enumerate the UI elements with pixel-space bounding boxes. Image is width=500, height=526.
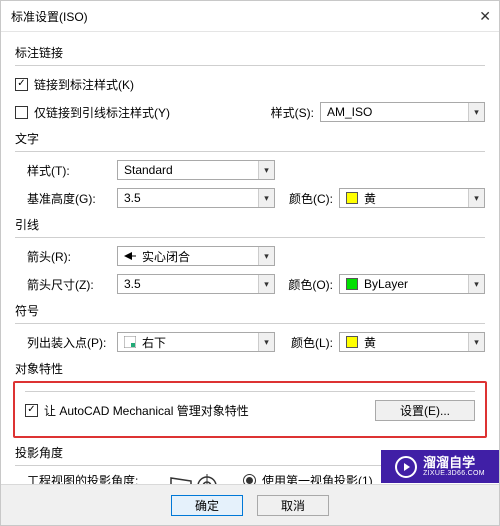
dialog-footer: 确定 取消 <box>1 484 499 525</box>
section-label-leader: 引线 <box>15 216 485 233</box>
cancel-button[interactable]: 取消 <box>257 495 329 516</box>
chevron-down-icon: ▾ <box>258 333 274 351</box>
row-text-style: 样式(T): Standard ▾ <box>15 158 485 182</box>
color-swatch <box>346 278 358 290</box>
checkbox-manage-object[interactable]: ✓ <box>25 404 38 417</box>
titlebar: 标准设置(ISO) ✕ <box>1 1 499 32</box>
separator <box>15 237 485 238</box>
row-insert-point: 列出装入点(P): 右下 ▾ 颜色(L): 黄 ▾ <box>15 330 485 354</box>
window-title: 标准设置(ISO) <box>11 8 88 25</box>
label-style-s: 样式(S): <box>234 104 320 121</box>
chevron-down-icon: ▾ <box>468 333 484 351</box>
label-base-height: 基准高度(G): <box>15 190 117 207</box>
section-label-object: 对象特性 <box>15 360 485 377</box>
row-link-style: ✓ 链接到标注样式(K) <box>15 72 485 96</box>
dropdown-color-o[interactable]: ByLayer ▾ <box>339 274 485 294</box>
dropdown-arrow[interactable]: 实心闭合 ▾ <box>117 246 275 266</box>
label-link-leader: 仅链接到引线标注样式(Y) <box>34 104 234 121</box>
row-arrow-size: 箭头尺寸(Z): 3.5 ▾ 颜色(O): ByLayer ▾ <box>15 272 485 296</box>
label-arrow: 箭头(R): <box>15 248 117 265</box>
dropdown-arrow-value: 实心闭合 <box>142 248 190 265</box>
separator <box>15 151 485 152</box>
chevron-down-icon: ▾ <box>468 103 484 121</box>
label-color-o: 颜色(O): <box>275 276 339 293</box>
branding-overlay: 溜溜自学 ZIXUE.3D66.COM <box>381 450 499 483</box>
separator <box>15 65 485 66</box>
separator <box>25 391 475 392</box>
row-manage-object: ✓ 让 AutoCAD Mechanical 管理对象特性 设置(E)... <box>25 398 475 422</box>
checkbox-link-style[interactable]: ✓ <box>15 78 28 91</box>
chevron-down-icon: ▾ <box>468 189 484 207</box>
row-base-height: 基准高度(G): 3.5 ▾ 颜色(C): 黄 ▾ <box>15 186 485 210</box>
dropdown-base-height[interactable]: 3.5 ▾ <box>117 188 275 208</box>
chevron-down-icon: ▾ <box>468 275 484 293</box>
arrow-solid-icon <box>124 250 136 262</box>
dropdown-base-height-value: 3.5 <box>124 191 141 205</box>
section-label-text: 文字 <box>15 130 485 147</box>
dropdown-style-s-value: AM_ISO <box>327 105 372 119</box>
branding-text-2: ZIXUE.3D66.COM <box>423 470 485 478</box>
chevron-down-icon: ▾ <box>258 275 274 293</box>
dropdown-arrow-size-value: 3.5 <box>124 277 141 291</box>
dropdown-color-o-value: ByLayer <box>364 277 408 291</box>
object-properties-highlight: ✓ 让 AutoCAD Mechanical 管理对象特性 设置(E)... <box>13 381 487 438</box>
close-icon[interactable]: ✕ <box>467 8 491 25</box>
dropdown-style-s[interactable]: AM_ISO ▾ <box>320 102 485 122</box>
dropdown-color-c[interactable]: 黄 ▾ <box>339 188 485 208</box>
dialog-window: 标准设置(ISO) ✕ 标注链接 ✓ 链接到标注样式(K) 仅链接到引线标注样式… <box>0 0 500 526</box>
play-icon <box>395 456 417 478</box>
label-link-style: 链接到标注样式(K) <box>34 76 134 93</box>
settings-button[interactable]: 设置(E)... <box>375 400 475 421</box>
label-arrow-size: 箭头尺寸(Z): <box>15 276 117 293</box>
dropdown-color-l[interactable]: 黄 ▾ <box>339 332 485 352</box>
dropdown-text-style[interactable]: Standard ▾ <box>117 160 275 180</box>
color-swatch <box>346 336 358 348</box>
label-color-c: 颜色(C): <box>275 190 339 207</box>
label-text-style: 样式(T): <box>15 162 117 179</box>
dropdown-color-c-value: 黄 <box>364 190 376 207</box>
section-label-link: 标注链接 <box>15 44 485 61</box>
label-manage-object: 让 AutoCAD Mechanical 管理对象特性 <box>44 402 375 419</box>
chevron-down-icon: ▾ <box>258 161 274 179</box>
label-insert-point: 列出装入点(P): <box>15 334 117 351</box>
separator <box>15 323 485 324</box>
checkbox-link-leader[interactable] <box>15 106 28 119</box>
color-swatch <box>346 192 358 204</box>
dropdown-color-l-value: 黄 <box>364 334 376 351</box>
ok-button[interactable]: 确定 <box>171 495 243 516</box>
row-link-leader: 仅链接到引线标注样式(Y) 样式(S): AM_ISO ▾ <box>15 100 485 124</box>
bottom-right-icon <box>124 336 136 348</box>
dropdown-insert-point[interactable]: 右下 ▾ <box>117 332 275 352</box>
label-color-l: 颜色(L): <box>275 334 339 351</box>
row-arrow: 箭头(R): 实心闭合 ▾ <box>15 244 485 268</box>
dropdown-arrow-size[interactable]: 3.5 ▾ <box>117 274 275 294</box>
chevron-down-icon: ▾ <box>258 189 274 207</box>
dropdown-text-style-value: Standard <box>124 163 173 177</box>
branding-text-1: 溜溜自学 <box>423 456 485 470</box>
chevron-down-icon: ▾ <box>258 247 274 265</box>
section-label-symbol: 符号 <box>15 302 485 319</box>
dropdown-insert-point-value: 右下 <box>142 334 166 351</box>
